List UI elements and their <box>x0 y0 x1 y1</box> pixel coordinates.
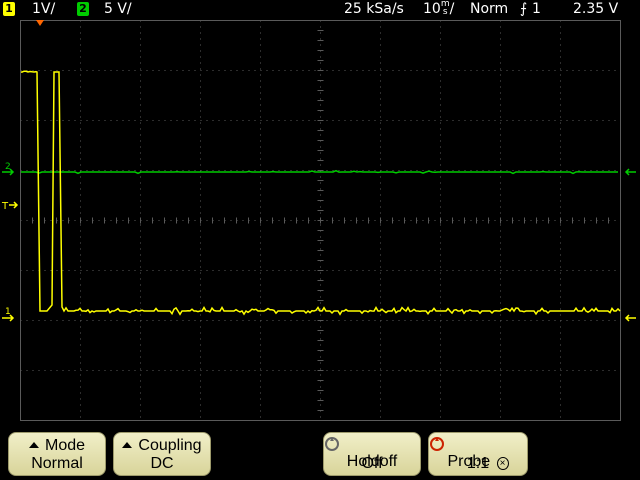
trigger-level: 2.35 V <box>573 1 619 17</box>
rotary-knob-icon <box>325 437 339 451</box>
sample-rate: 25 kSa/s <box>344 1 404 17</box>
softkey-holdoff-value: Off <box>361 455 383 472</box>
timebase: 10 m s / <box>423 0 454 18</box>
trigger-level-marker: T <box>1 201 9 212</box>
channel-2-badge[interactable]: 2 <box>77 2 89 16</box>
softkey-mode-title: Mode <box>44 437 86 454</box>
triangle-up-icon <box>122 442 133 448</box>
softkey-probe-value: 1:1 <box>466 455 490 472</box>
softkey-coupling-value: DC <box>150 455 174 472</box>
softkey-bar: Mode Normal Coupling DC Holdoff Off Prob… <box>0 427 640 480</box>
timebase-unit-bottom: s <box>442 7 448 17</box>
trigger-mode: Norm <box>470 1 509 17</box>
softkey-mode-value: Normal <box>31 455 83 472</box>
channel-1-scale: 1V/ <box>32 1 56 17</box>
trigger-position-marker <box>36 20 44 26</box>
channel-1-badge[interactable]: 1 <box>3 2 15 16</box>
graticule-svg: 2 T 1 <box>1 20 636 421</box>
trigger-level-arrow-icon <box>9 201 19 209</box>
softkey-holdoff[interactable]: Holdoff Off <box>323 432 421 476</box>
softkey-mode[interactable]: Mode Normal <box>8 432 106 476</box>
graticule-grid <box>20 20 621 421</box>
trigger-edge-icon: ⨍ <box>520 1 528 17</box>
waveform-display[interactable]: 2 T 1 <box>0 18 640 427</box>
ch2-offset-right-arrow-icon <box>624 168 636 176</box>
trigger-source: 1 <box>532 1 541 17</box>
ch2-ground-marker: 2 <box>5 162 11 172</box>
channel-2-scale: 5 V/ <box>104 1 132 17</box>
timebase-unit: ms <box>441 0 450 17</box>
status-bar: 1 1V/ 2 5 V/ 25 kSa/s 10 m s / Norm ⨍ 1 2.3… <box>0 0 640 18</box>
ch1-offset-right-arrow-icon <box>624 314 636 322</box>
softkey-coupling[interactable]: Coupling DC <box>113 432 211 476</box>
rotary-knob-icon <box>430 437 444 451</box>
timebase-suffix: / <box>449 1 455 17</box>
triangle-up-icon <box>28 442 39 448</box>
timebase-value: 10 <box>423 1 441 17</box>
softkey-coupling-title: Coupling <box>138 437 202 454</box>
channel-1-trace <box>20 70 621 316</box>
channel-2-trace <box>21 169 618 175</box>
softkey-probe[interactable]: Probe × 1:1 <box>428 432 528 476</box>
